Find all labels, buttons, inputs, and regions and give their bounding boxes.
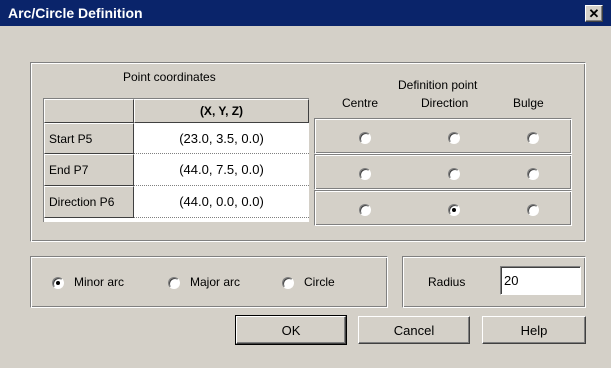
table-cell-start[interactable]: (23.0, 3.5, 0.0) xyxy=(134,123,309,154)
radio-major-arc[interactable] xyxy=(168,277,180,289)
table-cell-direction[interactable]: (44.0, 0.0, 0.0) xyxy=(134,186,309,218)
column-direction: Direction xyxy=(421,96,469,110)
radio-end-direction[interactable] xyxy=(448,168,460,180)
help-button[interactable]: Help xyxy=(482,316,586,344)
table-corner-header xyxy=(44,99,134,123)
radio-direction-centre[interactable] xyxy=(359,204,371,216)
radius-label: Radius xyxy=(428,275,466,289)
radio-end-bulge[interactable] xyxy=(527,168,539,180)
definition-point-label: Definition point xyxy=(398,78,478,92)
point-coordinates-label: Point coordinates xyxy=(123,70,216,84)
radius-input[interactable]: 20 xyxy=(500,266,581,295)
title-bar: Arc/Circle Definition ✕ xyxy=(0,0,611,26)
radio-circle[interactable] xyxy=(282,277,294,289)
radio-start-centre[interactable] xyxy=(359,132,371,144)
radio-row-end xyxy=(314,154,572,190)
radio-row-start xyxy=(314,118,572,154)
column-header-xyz: (X, Y, Z) xyxy=(134,99,309,123)
row-header-direction: Direction P6 xyxy=(44,186,134,218)
column-bulge: Bulge xyxy=(513,96,544,110)
radio-end-centre[interactable] xyxy=(359,168,371,180)
column-centre: Centre xyxy=(342,96,379,110)
radio-minor-arc[interactable] xyxy=(52,277,64,289)
table-cell-end[interactable]: (44.0, 7.5, 0.0) xyxy=(134,154,309,186)
close-icon: ✕ xyxy=(588,5,600,21)
circle-label[interactable]: Circle xyxy=(304,275,335,289)
coordinates-table: (X, Y, Z) Start P5 (23.0, 3.5, 0.0) End … xyxy=(43,98,309,222)
window-title: Arc/Circle Definition xyxy=(8,5,143,21)
close-button[interactable]: ✕ xyxy=(585,5,603,22)
radio-start-direction[interactable] xyxy=(448,132,460,144)
row-header-start: Start P5 xyxy=(44,123,134,154)
minor-arc-label[interactable]: Minor arc xyxy=(74,275,124,289)
cancel-button[interactable]: Cancel xyxy=(358,316,470,344)
radio-direction-direction[interactable] xyxy=(448,204,460,216)
major-arc-label[interactable]: Major arc xyxy=(190,275,240,289)
row-header-end: End P7 xyxy=(44,154,134,186)
radio-start-bulge[interactable] xyxy=(527,132,539,144)
ok-button[interactable]: OK xyxy=(235,315,347,345)
radio-row-direction xyxy=(314,190,572,226)
radio-direction-bulge[interactable] xyxy=(527,204,539,216)
